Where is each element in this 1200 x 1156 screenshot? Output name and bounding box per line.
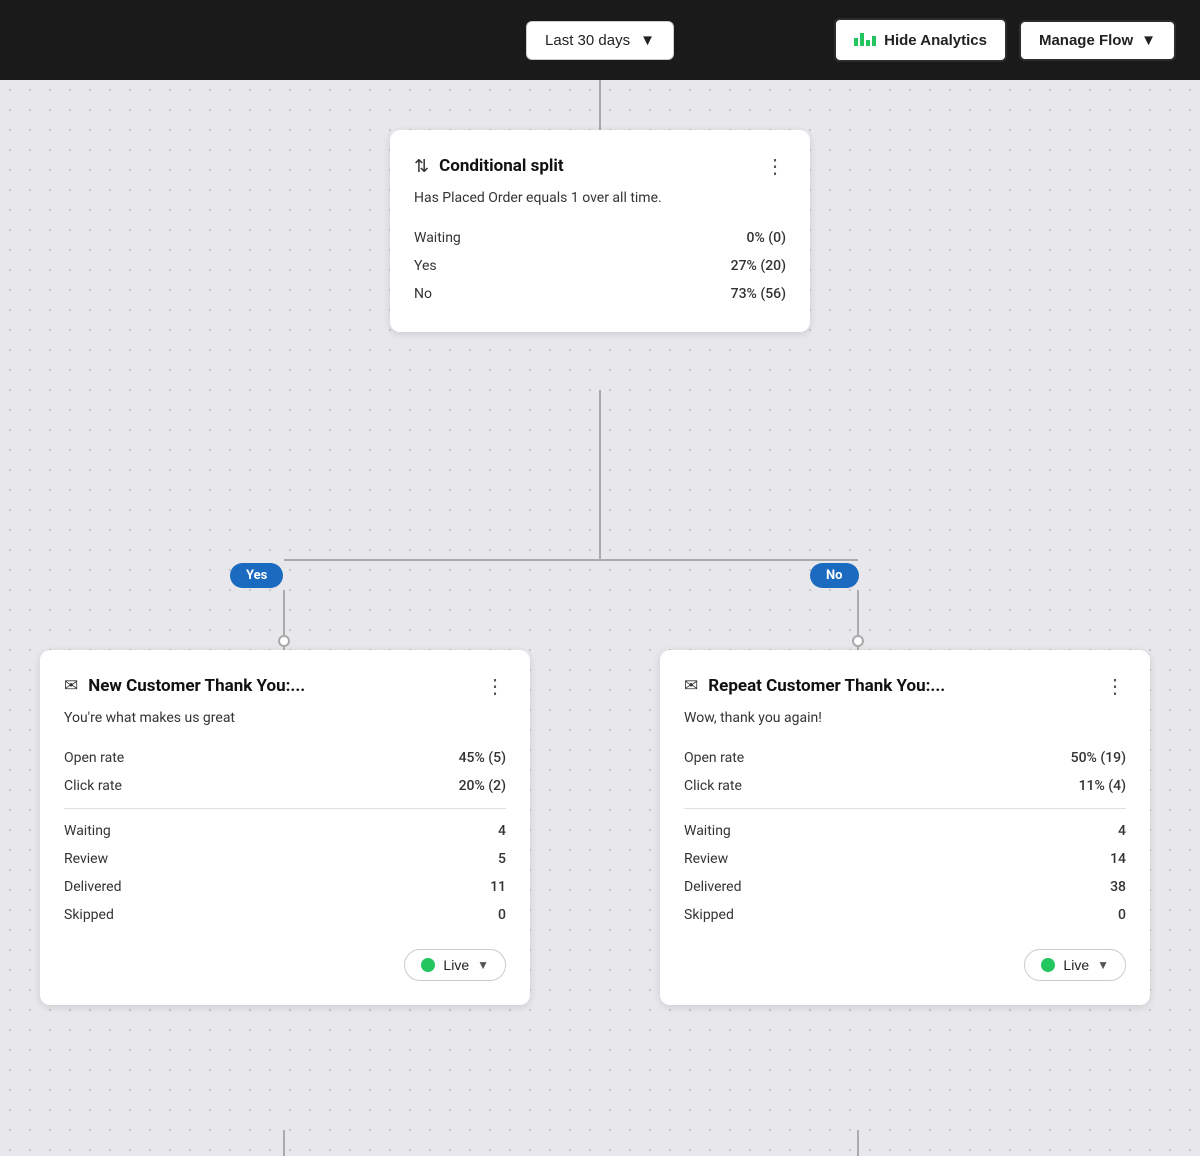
right-live-label: Live xyxy=(1063,957,1089,973)
right-live-button[interactable]: Live ▼ xyxy=(1024,949,1126,981)
right-live-chevron: ▼ xyxy=(1097,958,1109,972)
right-click-rate: Click rate 11% (4) xyxy=(684,772,1126,800)
left-stat-skipped: Skipped 0 xyxy=(64,901,506,929)
left-live-button[interactable]: Live ▼ xyxy=(404,949,506,981)
right-divider xyxy=(684,808,1126,809)
chevron-down-icon: ▼ xyxy=(1141,32,1156,49)
split-icon: ⇅ xyxy=(414,156,429,177)
right-card-footer: Live ▼ xyxy=(684,949,1126,981)
right-card-header: ✉ Repeat Customer Thank You:... ⋮ xyxy=(684,674,1126,698)
no-connector-dot xyxy=(852,635,864,647)
manage-flow-label: Manage Flow xyxy=(1039,32,1133,49)
envelope-icon-left: ✉ xyxy=(64,676,78,696)
left-email-rates: Open rate 45% (5) Click rate 20% (2) xyxy=(64,744,506,800)
no-branch-label: No xyxy=(810,563,859,588)
right-stat-waiting: Waiting 4 xyxy=(684,817,1126,845)
left-title-group: ✉ New Customer Thank You:... xyxy=(64,676,305,696)
left-click-rate: Click rate 20% (2) xyxy=(64,772,506,800)
conditional-split-title: Conditional split xyxy=(439,156,564,176)
date-range-label: Last 30 days xyxy=(545,32,630,49)
date-range-button[interactable]: Last 30 days ▼ xyxy=(526,21,674,60)
left-stat-review: Review 5 xyxy=(64,845,506,873)
email-card-left: ✉ New Customer Thank You:... ⋮ You're wh… xyxy=(40,650,530,1005)
yes-branch-label: Yes xyxy=(230,563,283,588)
right-email-subtitle: Wow, thank you again! xyxy=(684,710,1126,726)
chevron-down-icon: ▼ xyxy=(640,32,655,49)
left-live-dot xyxy=(421,958,435,972)
left-divider xyxy=(64,808,506,809)
left-email-title: New Customer Thank You:... xyxy=(88,676,305,696)
conditional-split-stats: Waiting 0% (0) Yes 27% (20) No 73% (56) xyxy=(414,224,786,308)
left-live-label: Live xyxy=(443,957,469,973)
stat-yes: Yes 27% (20) xyxy=(414,252,786,280)
left-more-options-icon[interactable]: ⋮ xyxy=(485,674,506,698)
header: Last 30 days ▼ Hide Analytics Manage Flo… xyxy=(0,0,1200,80)
more-options-icon[interactable]: ⋮ xyxy=(765,154,786,178)
right-email-stats: Waiting 4 Review 14 Delivered 38 Skipped… xyxy=(684,817,1126,929)
conditional-split-card: ⇅ Conditional split ⋮ Has Placed Order e… xyxy=(390,130,810,332)
right-stat-skipped: Skipped 0 xyxy=(684,901,1126,929)
left-live-chevron: ▼ xyxy=(477,958,489,972)
right-stat-delivered: Delivered 38 xyxy=(684,873,1126,901)
flow-canvas: ⇅ Conditional split ⋮ Has Placed Order e… xyxy=(0,80,1200,1156)
hide-analytics-button[interactable]: Hide Analytics xyxy=(834,18,1007,62)
email-card-right: ✉ Repeat Customer Thank You:... ⋮ Wow, t… xyxy=(660,650,1150,1005)
envelope-icon-right: ✉ xyxy=(684,676,698,696)
manage-flow-button[interactable]: Manage Flow ▼ xyxy=(1019,20,1176,61)
bar-chart-icon xyxy=(854,30,876,50)
left-card-footer: Live ▼ xyxy=(64,949,506,981)
right-live-dot xyxy=(1041,958,1055,972)
conditional-split-condition: Has Placed Order equals 1 over all time. xyxy=(414,190,786,206)
header-actions: Hide Analytics Manage Flow ▼ xyxy=(834,18,1176,62)
left-open-rate: Open rate 45% (5) xyxy=(64,744,506,772)
right-email-title: Repeat Customer Thank You:... xyxy=(708,676,945,696)
stat-no: No 73% (56) xyxy=(414,280,786,308)
hide-analytics-label: Hide Analytics xyxy=(884,32,987,49)
stat-waiting: Waiting 0% (0) xyxy=(414,224,786,252)
left-email-stats: Waiting 4 Review 5 Delivered 11 Skipped … xyxy=(64,817,506,929)
left-email-subtitle: You're what makes us great xyxy=(64,710,506,726)
yes-connector-dot xyxy=(278,635,290,647)
left-stat-waiting: Waiting 4 xyxy=(64,817,506,845)
right-title-group: ✉ Repeat Customer Thank You:... xyxy=(684,676,945,696)
card-title-group: ⇅ Conditional split xyxy=(414,156,564,177)
card-header: ⇅ Conditional split ⋮ xyxy=(414,154,786,178)
left-card-header: ✉ New Customer Thank You:... ⋮ xyxy=(64,674,506,698)
right-more-options-icon[interactable]: ⋮ xyxy=(1105,674,1126,698)
right-open-rate: Open rate 50% (19) xyxy=(684,744,1126,772)
left-stat-delivered: Delivered 11 xyxy=(64,873,506,901)
right-email-rates: Open rate 50% (19) Click rate 11% (4) xyxy=(684,744,1126,800)
right-stat-review: Review 14 xyxy=(684,845,1126,873)
